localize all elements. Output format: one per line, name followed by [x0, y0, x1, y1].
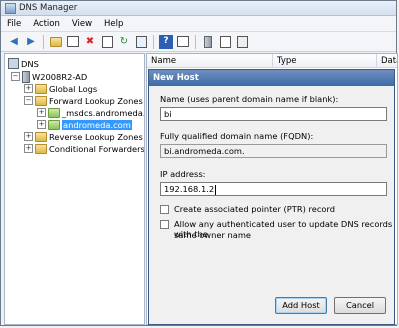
tree-item-msdcs-zone[interactable]: + _msdcs.andromeda.com [37, 107, 145, 118]
record-icon[interactable] [235, 35, 249, 49]
zone-icon [48, 107, 60, 118]
dns-manager-app-icon [5, 2, 16, 14]
tree-item-label: Forward Lookup Zones [49, 95, 143, 106]
folder-icon [35, 131, 47, 142]
expand-icon[interactable]: + [37, 108, 46, 117]
menu-help[interactable]: Help [98, 19, 129, 29]
refresh-icon[interactable]: ↻ [117, 35, 131, 49]
ptr-label[interactable]: Create associated pointer (PTR) record [174, 204, 335, 214]
toolbar-separator [43, 34, 44, 49]
authenticated-update-label-line2[interactable]: same owner name [174, 230, 251, 240]
expand-icon[interactable]: + [24, 84, 33, 93]
tree-item-server[interactable]: − W2008R2-AD [11, 70, 88, 83]
expand-icon[interactable]: + [24, 132, 33, 141]
tree-item-label: Reverse Lookup Zones [49, 131, 143, 142]
help-icon[interactable]: ? [159, 34, 173, 49]
console-tree: DNS − W2008R2-AD + Global Logs − Forward… [4, 53, 145, 325]
collapse-icon[interactable]: − [11, 72, 20, 81]
forward-icon[interactable]: ▶ [24, 35, 38, 49]
server-icon[interactable] [201, 35, 215, 49]
column-header-data[interactable]: Data [377, 54, 397, 68]
show-hide-tree-icon[interactable] [66, 35, 80, 49]
tree-item-andromeda-zone[interactable]: + andromeda.com [37, 119, 132, 130]
collapse-icon[interactable]: − [24, 96, 33, 105]
toolbar-separator [195, 34, 196, 49]
ip-address-input[interactable]: 192.168.1.2 [160, 182, 387, 196]
authenticated-update-checkbox[interactable] [160, 220, 169, 229]
properties-icon[interactable] [100, 35, 114, 49]
name-label: Name (uses parent domain name if blank): [160, 94, 339, 104]
column-header-type[interactable]: Type [273, 54, 377, 68]
fqdn-field: bi.andromeda.com. [160, 144, 387, 158]
tree-item-conditional-forwarders[interactable]: + Conditional Forwarders [24, 143, 145, 154]
delete-icon[interactable]: ✖ [83, 35, 97, 49]
up-folder-icon[interactable] [49, 35, 63, 49]
tree-item-label: _msdcs.andromeda.com [62, 107, 145, 118]
menu-action[interactable]: Action [27, 19, 66, 29]
new-host-dialog: New Host Name (uses parent domain name i… [148, 69, 395, 325]
tree-item-forward-lookup-zones[interactable]: − Forward Lookup Zones [24, 95, 143, 106]
zone-icon [48, 119, 60, 130]
ptr-checkbox[interactable] [160, 205, 169, 214]
tree-item-dns[interactable]: DNS [8, 58, 39, 69]
tree-item-label-selected: andromeda.com [62, 119, 132, 130]
toolbar: ◀ ▶ ✖ ↻ ? [1, 32, 396, 52]
fqdn-label: Fully qualified domain name (FQDN): [160, 131, 314, 141]
server-icon [22, 70, 30, 83]
dns-icon [8, 58, 19, 69]
add-host-button[interactable]: Add Host [275, 297, 327, 314]
title-bar: DNS Manager [1, 1, 396, 16]
tree-item-global-logs[interactable]: + Global Logs [24, 83, 97, 94]
tree-item-label: W2008R2-AD [32, 71, 88, 82]
text-cursor [215, 184, 217, 195]
menu-bar: File Action View Help [1, 16, 396, 32]
toolbar-separator [153, 34, 154, 49]
menu-view[interactable]: View [66, 19, 98, 29]
zone-icon[interactable] [218, 35, 232, 49]
expand-icon[interactable]: + [24, 144, 33, 153]
tree-item-label: Global Logs [49, 83, 98, 94]
fqdn-value: bi.andromeda.com. [164, 146, 245, 156]
column-header-name[interactable]: Name [147, 54, 273, 68]
back-icon[interactable]: ◀ [7, 35, 21, 49]
cancel-button[interactable]: Cancel [334, 297, 386, 314]
ip-address-value: 192.168.1.2 [164, 184, 215, 194]
tree-item-reverse-lookup-zones[interactable]: + Reverse Lookup Zones [24, 131, 143, 142]
name-input[interactable]: bi [160, 107, 387, 121]
tree-item-label: DNS [21, 58, 39, 69]
menu-file[interactable]: File [1, 19, 27, 29]
folder-icon [35, 143, 47, 154]
ip-address-label: IP address: [160, 169, 206, 179]
dns-manager-window: DNS Manager File Action View Help ◀ ▶ ✖ … [0, 0, 398, 326]
window-title: DNS Manager [19, 3, 78, 13]
show-hide-action-pane-icon[interactable] [176, 35, 190, 49]
name-value: bi [164, 109, 172, 119]
export-list-icon[interactable] [134, 35, 148, 49]
dialog-title: New Host [149, 70, 394, 86]
expand-icon[interactable]: + [37, 120, 46, 129]
folder-icon [35, 95, 47, 106]
folder-icon [35, 83, 47, 94]
tree-item-label: Conditional Forwarders [49, 143, 145, 154]
